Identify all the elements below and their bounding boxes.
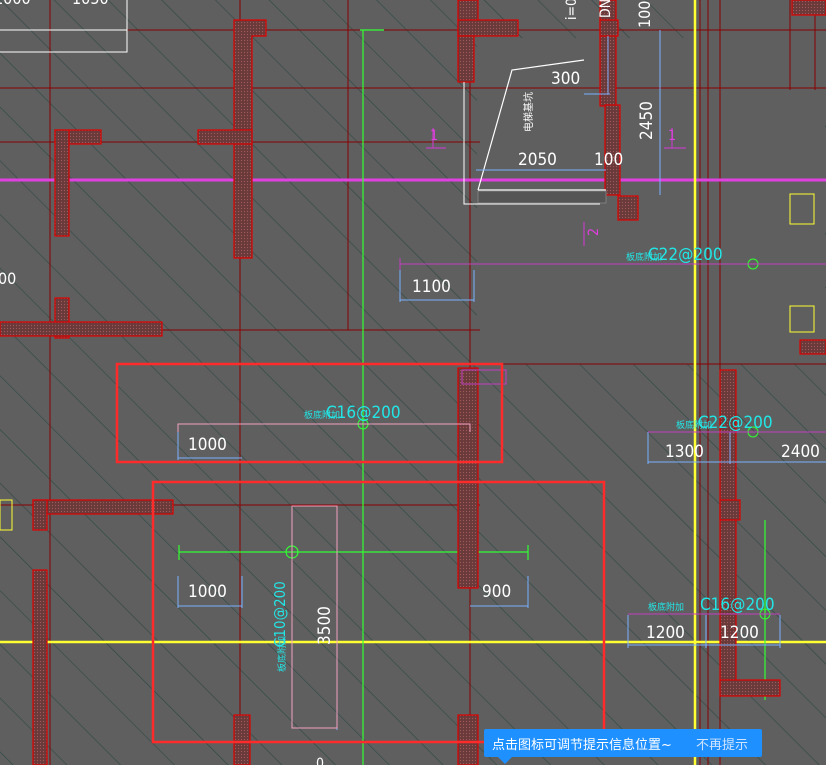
hint-tooltip: 点击图标可调节提示信息位置~ 不再提示 [484,729,762,764]
pit-top-dim: 100 [635,1,654,28]
top-left-dim-cut: 1000 [0,0,31,8]
dim-1200-a: 1200 [646,623,685,643]
pit-gap-dim: 100 [594,150,623,170]
cad-drawing-viewport[interactable]: 1000 1050 00 电梯基坑 300 2050 100 2450 100 … [0,0,826,765]
rebar-c16-right-prefix: 板底附加 [648,601,684,613]
section-mark-1b: 1 [668,128,676,144]
tooltip-arrow-icon [498,757,512,764]
pit-wall-hatch [477,190,607,204]
bottom-zero: 0 [316,756,324,765]
dim-box2-right: 900 [482,582,511,602]
section-mark-2: 2 [586,228,602,236]
rebar-c16-right: C16@200 [700,595,775,615]
rebar-c16-box1: C16@200 [326,403,401,423]
pit-depth-dim: 2450 [637,101,657,140]
dim-1100: 1100 [412,277,451,297]
dim-1300: 1300 [665,442,704,462]
dim-box2-left: 1000 [188,582,227,602]
rebar-c10-vert: C10@200 [271,581,289,647]
pit-offset-dim: 300 [551,69,580,89]
dim-box2-vert: 3500 [315,606,335,645]
dim-2400: 2400 [781,442,820,462]
elevator-pit-label: 电梯基坑 [522,92,535,132]
pit-width-dim: 2050 [518,150,557,170]
dn-label: DN [598,0,614,18]
dim-1200-b: 1200 [720,623,759,643]
rebar-c22-right: C22@200 [698,413,773,433]
rebar-c22-upper: C22@200 [648,245,723,265]
section-mark-1: 1 [430,128,438,144]
top-left-dim: 1050 [72,0,109,8]
cad-drawing[interactable]: 1000 1050 00 电梯基坑 300 2050 100 2450 100 … [0,0,826,765]
dim-box1: 1000 [188,435,227,455]
left-dim-cut: 00 [0,269,16,288]
dont-show-again-button[interactable]: 不再提示 [682,734,762,753]
slope-label: i=0 [564,0,580,20]
hint-message: 点击图标可调节提示信息位置~ [492,737,672,753]
